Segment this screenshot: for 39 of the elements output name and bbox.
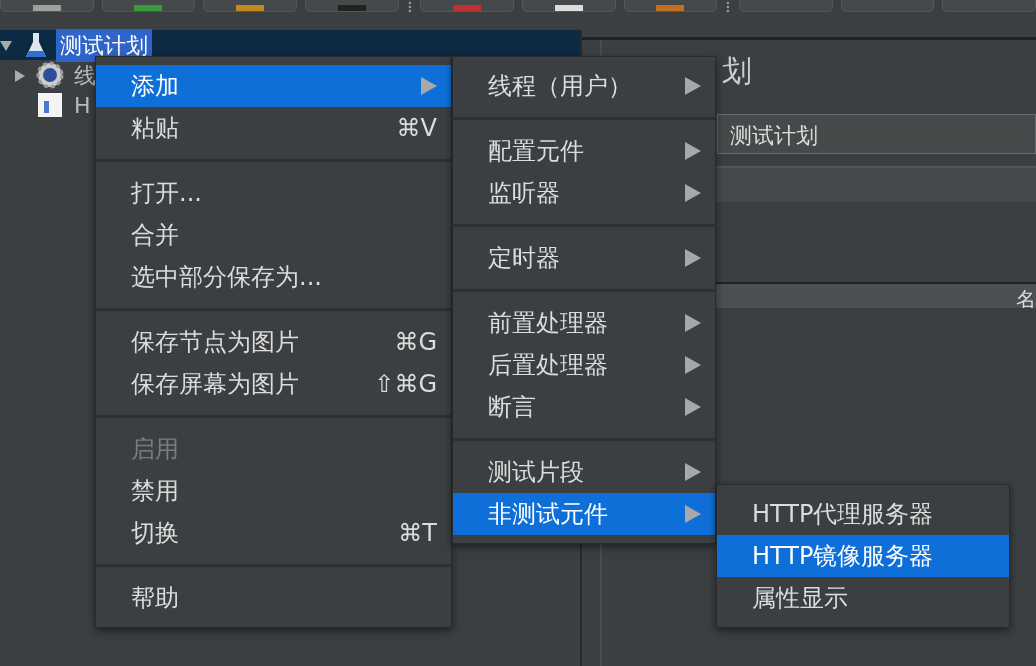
expand-toggle-icon[interactable]: [14, 69, 26, 82]
menu-item[interactable]: 禁用: [96, 470, 451, 512]
menu-item[interactable]: 属性显示: [717, 577, 1009, 619]
toolbar-separator-icon: [725, 0, 732, 14]
toolbar-button[interactable]: [521, 0, 616, 12]
menu-item[interactable]: 打开...: [96, 172, 451, 214]
panel-title: 划: [722, 52, 752, 90]
menu-item[interactable]: 线程（用户）: [453, 65, 715, 107]
menu-item[interactable]: 配置元件: [453, 130, 715, 172]
menu-item[interactable]: HTTP代理服务器: [717, 493, 1009, 535]
document-icon: [36, 91, 64, 119]
menu-item: 启用: [130, 434, 180, 465]
menu-item[interactable]: 选中部分保存为...: [96, 256, 451, 298]
menu-item[interactable]: 定时器: [453, 237, 715, 279]
toolbar-icon: [453, 5, 482, 11]
menu-item[interactable]: 帮助: [96, 577, 451, 619]
menu-item[interactable]: 非测试元件: [453, 493, 715, 535]
menu-item[interactable]: 切换 ⌘T: [96, 512, 451, 554]
name-field[interactable]: 测试计划: [717, 114, 1036, 154]
gear-icon: [36, 61, 64, 89]
toolbar-icon: [337, 5, 366, 11]
tree-item[interactable]: H: [70, 88, 95, 122]
toolbar-separator-icon: [406, 0, 413, 14]
menu-item[interactable]: 添加: [96, 65, 451, 107]
toolbar-icon: [554, 5, 583, 11]
toolbar-icon: [32, 5, 61, 11]
toolbar-icon: [656, 5, 685, 11]
menu-item[interactable]: 监听器: [453, 172, 715, 214]
menu-item[interactable]: 粘贴 ⌘V: [96, 107, 451, 149]
toolbar-icon: [236, 5, 265, 11]
menu-item[interactable]: 合并: [96, 214, 451, 256]
menu-item[interactable]: 保存节点为图片 ⌘G: [96, 321, 451, 363]
menu-item[interactable]: 后置处理器: [453, 344, 715, 386]
menu-item[interactable]: HTTP镜像服务器: [717, 535, 1009, 577]
menu-item[interactable]: 断言: [453, 386, 715, 428]
toolbar-icon: [134, 5, 163, 11]
collapse-toggle-icon[interactable]: [0, 39, 12, 52]
toolbar-button[interactable]: [0, 0, 94, 12]
menu-item[interactable]: 保存屏幕为图片 ⇧⌘G: [96, 363, 451, 405]
